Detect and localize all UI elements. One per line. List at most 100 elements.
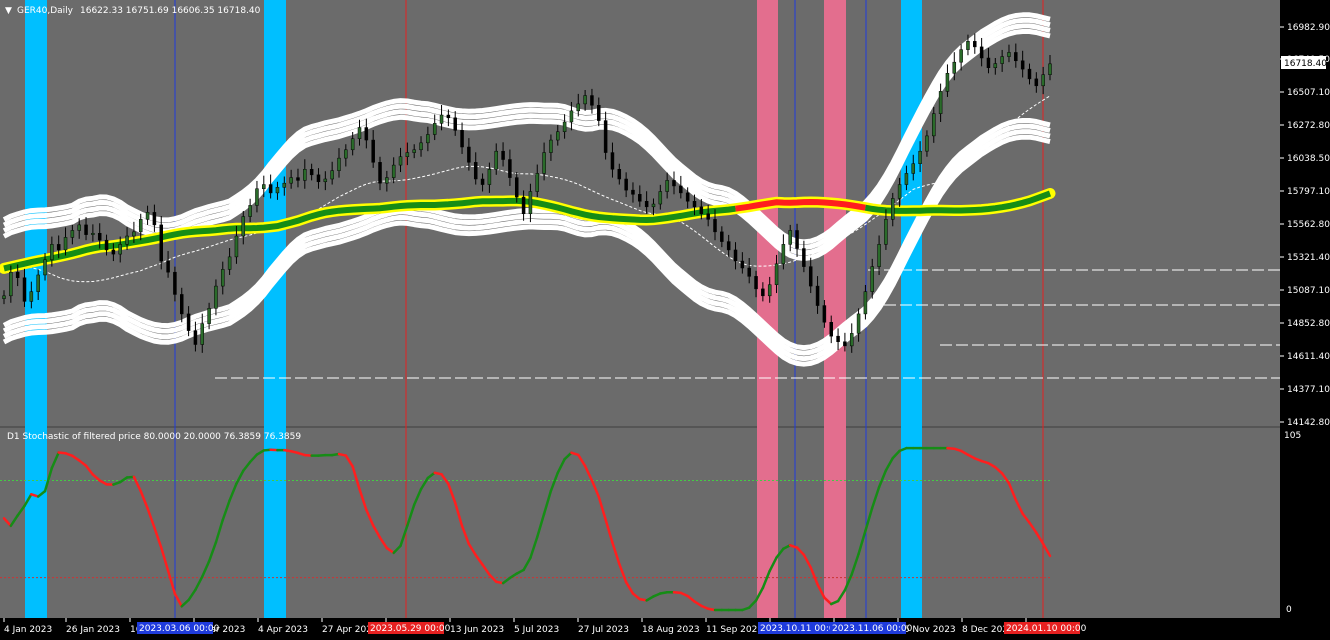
candle-body [562, 121, 567, 132]
candle-body [316, 174, 321, 183]
candle-body [357, 127, 362, 139]
y-tick-label: 15797.10 [1287, 187, 1330, 197]
candle-body [309, 169, 314, 176]
y-tick-label: 15087.10 [1287, 286, 1330, 296]
candle-body [193, 330, 198, 345]
candle-body [932, 113, 936, 137]
candle-body [911, 163, 916, 174]
candle-body [815, 285, 820, 306]
candle-body [487, 169, 492, 185]
candle-body [556, 131, 560, 141]
candle-body [460, 130, 464, 148]
symbol-header: GER40,Daily [17, 6, 74, 16]
candle-body [186, 313, 191, 331]
candle-body [521, 196, 526, 215]
last-price-label: 16718.40 [1284, 59, 1327, 69]
candle-body [166, 260, 170, 273]
candle-body [296, 177, 300, 181]
candle-body [891, 198, 895, 220]
candle-body [77, 224, 81, 231]
candle-body [337, 157, 341, 171]
candle-body [480, 178, 485, 185]
candle-body [63, 237, 68, 251]
candle-body [111, 249, 116, 255]
candle-body [50, 244, 54, 260]
candle-body [138, 219, 143, 233]
candle-body [371, 139, 375, 163]
candle-body [241, 216, 246, 237]
candle-body [535, 173, 540, 192]
candle-body [576, 103, 581, 112]
highlight-band [757, 0, 778, 618]
y-tick-label: 16038.50 [1287, 154, 1330, 164]
candle-body [603, 120, 608, 153]
candle-body [22, 277, 27, 302]
candle-body [822, 305, 827, 323]
candle-body [679, 185, 683, 194]
candle-body [104, 239, 109, 251]
candle-body [56, 244, 61, 251]
candle-body [986, 57, 991, 68]
candle-body [398, 156, 403, 166]
candle-body [597, 105, 601, 121]
x-tick-label: 18 Aug 2023 [642, 625, 700, 635]
candle-body [979, 46, 984, 59]
candle-body [344, 149, 348, 159]
candle-body [1014, 52, 1018, 62]
candle-body [467, 146, 471, 163]
candle-body [549, 139, 553, 153]
candle-body [733, 249, 738, 262]
candle-body [405, 152, 410, 157]
candle-body [2, 295, 6, 299]
candle-body [494, 150, 498, 170]
candle-body [84, 224, 88, 235]
candle-body [966, 41, 970, 50]
candle-body [672, 180, 676, 187]
chart-canvas[interactable]: 16982.9016740.5016507.1016272.8016038.50… [0, 0, 1330, 640]
header-menu-icon[interactable]: ▼ [5, 6, 12, 16]
candle-body [385, 177, 389, 184]
candle-body [938, 91, 943, 114]
candle-body [227, 256, 232, 270]
date-marker-label: 2023.05.29 00:00 [370, 624, 451, 634]
candle-body [788, 230, 792, 245]
candle-body [856, 313, 861, 334]
candle-body [282, 182, 287, 188]
candle-body [248, 205, 252, 217]
candle-body [159, 224, 163, 262]
candle-body [364, 127, 369, 141]
candle-body [754, 276, 758, 290]
candle-body [870, 266, 874, 292]
candle-body [1027, 68, 1032, 80]
candle-body [268, 184, 273, 194]
x-tick-label: 4 Apr 2023 [258, 625, 308, 635]
x-tick-label: 4 Jan 2023 [4, 625, 52, 635]
candle-body [740, 260, 745, 269]
candle-body [959, 49, 963, 63]
candle-body [610, 152, 615, 170]
candle-body [761, 288, 765, 297]
candle-body [378, 162, 382, 184]
candle-body [214, 285, 218, 309]
candle-body [200, 323, 205, 345]
candle-body [802, 248, 806, 267]
highlight-band [264, 0, 286, 618]
candle-body [125, 235, 129, 245]
candle-body [15, 271, 20, 278]
candle-body [330, 170, 334, 180]
candle-body [221, 269, 225, 287]
candle-body [1034, 78, 1039, 87]
candle-body [29, 291, 34, 302]
chart-window[interactable]: 16982.9016740.5016507.1016272.8016038.50… [0, 0, 1330, 640]
highlight-band [824, 0, 846, 618]
candle-body [43, 259, 47, 276]
candle-body [884, 219, 888, 245]
candle-body [234, 235, 239, 258]
y-tick-label: 15321.40 [1287, 253, 1330, 263]
candle-body [808, 266, 813, 287]
y-tick-label: 14611.40 [1287, 352, 1330, 362]
candle-body [426, 134, 430, 144]
indicator-panel [0, 428, 1280, 618]
candle-body [973, 41, 977, 48]
y-tick-label: 16507.10 [1287, 88, 1330, 98]
